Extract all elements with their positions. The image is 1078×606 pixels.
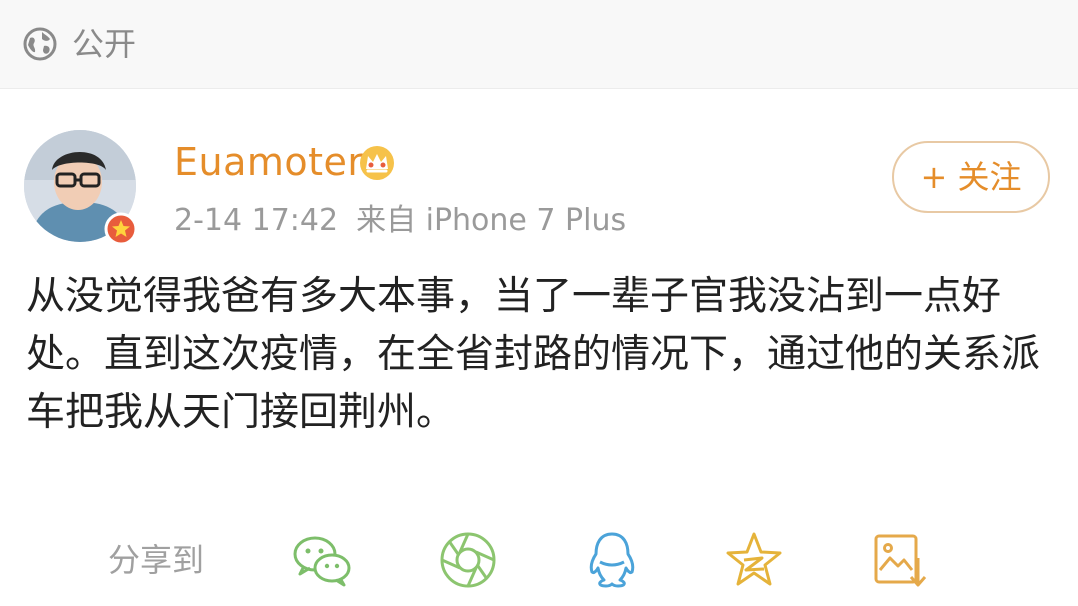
qzone-star-icon[interactable] xyxy=(722,528,786,592)
post-timestamp: 2-14 17:42 xyxy=(174,203,339,238)
post-source: 来自 iPhone 7 Plus xyxy=(356,203,627,238)
follow-button[interactable]: + 关注 xyxy=(892,141,1050,213)
crown-icon xyxy=(360,146,394,180)
wechat-icon[interactable] xyxy=(290,528,354,592)
globe-icon xyxy=(23,27,57,61)
weibo-post-card: 公开 Euamoter 2-14 17:42 来自 iPhone 7 Plus +… xyxy=(0,0,1078,606)
post-meta: 2-14 17:42 来自 iPhone 7 Plus xyxy=(174,200,626,242)
verified-badge-icon xyxy=(104,212,138,246)
post-text: 从没觉得我爸有多大本事，当了一辈子官我没沾到一点好处。直到这次疫情，在全省封路的… xyxy=(26,274,1041,435)
visibility-label: 公开 xyxy=(72,25,137,63)
author-name[interactable]: Euamoter xyxy=(174,138,364,186)
save-image-icon[interactable] xyxy=(868,528,932,592)
qq-icon[interactable] xyxy=(580,528,644,592)
moments-icon[interactable] xyxy=(436,528,500,592)
visibility-bar: 公开 xyxy=(0,0,1078,89)
share-label: 分享到 xyxy=(108,541,205,579)
